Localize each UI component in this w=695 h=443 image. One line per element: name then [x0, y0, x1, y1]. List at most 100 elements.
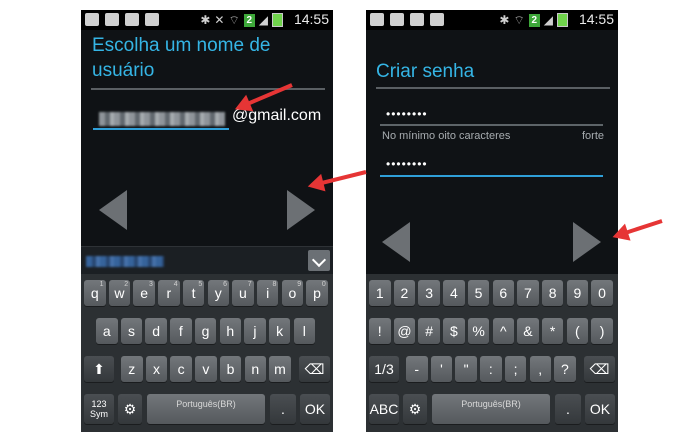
key-row1-7-label: 8 — [548, 285, 557, 301]
settings-key-label: ⚙ — [408, 401, 422, 417]
key-row2-0-label: ! — [377, 323, 382, 339]
key-row1-0[interactable]: q1 — [84, 280, 106, 306]
key-row2-1[interactable]: @ — [393, 318, 416, 344]
page-toggle-key[interactable]: 1/3 — [369, 356, 399, 382]
backspace-key[interactable]: ⌫ — [299, 356, 330, 382]
shift-key[interactable]: ⬆ — [84, 356, 114, 382]
key-row2-8-label: l — [302, 323, 306, 339]
back-arrow-icon[interactable] — [99, 190, 127, 230]
key-row1-1[interactable]: w2 — [108, 280, 131, 306]
key-row3-3[interactable]: v — [195, 356, 217, 382]
key-row2-8[interactable]: l — [293, 318, 316, 344]
password-input[interactable] — [380, 124, 603, 126]
key-row1-2[interactable]: 3 — [418, 280, 440, 306]
key-row2-9[interactable]: ) — [591, 318, 613, 344]
key-row2-7[interactable]: * — [541, 318, 564, 344]
key-row2-2[interactable]: d — [145, 318, 167, 344]
key-row2-3[interactable]: f — [170, 318, 192, 344]
key-row1-5-label: 6 — [499, 285, 508, 301]
key-row2-0[interactable]: ! — [369, 318, 391, 344]
period-key[interactable]: . — [555, 394, 581, 424]
key-row1-1[interactable]: 2 — [393, 280, 416, 306]
abc-key[interactable]: ABC — [369, 394, 399, 424]
key-row1-2[interactable]: e3 — [133, 280, 155, 306]
key-row2-0[interactable]: a — [96, 318, 118, 344]
key-row3-4[interactable]: b — [219, 356, 242, 382]
sym-key[interactable]: 123 Sym — [84, 394, 114, 424]
settings-key[interactable]: ⚙ — [403, 394, 427, 424]
shift-key-label: ⬆ — [93, 361, 105, 377]
period-key[interactable]: . — [270, 394, 296, 424]
confirm-password-value: •••••••• — [386, 157, 428, 171]
username-input[interactable] — [93, 128, 229, 130]
key-row1-3[interactable]: r4 — [158, 280, 180, 306]
key-row2-4[interactable]: g — [194, 318, 217, 344]
system-icons: ✱ ⌔ 2 ◢ — [499, 13, 568, 27]
next-arrow-icon[interactable] — [573, 222, 601, 262]
key-row3-5[interactable]: n — [244, 356, 266, 382]
key-row1-7[interactable]: i8 — [256, 280, 279, 306]
key-row1-6-secondary: 7 — [247, 281, 252, 288]
key-row1-8[interactable]: 9 — [566, 280, 589, 306]
key-row2-4[interactable]: % — [467, 318, 490, 344]
key-row3-0[interactable]: z — [121, 356, 143, 382]
key-row1-4[interactable]: t5 — [182, 280, 205, 306]
backspace-key[interactable]: ⌫ — [584, 356, 615, 382]
key-row1-6[interactable]: 7 — [517, 280, 539, 306]
back-arrow-icon[interactable] — [382, 222, 410, 262]
space-key[interactable]: Português(BR) — [432, 394, 550, 424]
key-row1-3[interactable]: 4 — [443, 280, 465, 306]
key-row1-8[interactable]: o9 — [281, 280, 304, 306]
key-row1-3-secondary: 4 — [173, 281, 178, 288]
key-row3-2[interactable]: c — [170, 356, 192, 382]
key-row2-3[interactable]: $ — [443, 318, 465, 344]
key-row2-9-label: ) — [599, 323, 605, 339]
key-row3-2[interactable]: " — [455, 356, 477, 382]
key-row1-0[interactable]: 1 — [369, 280, 391, 306]
key-row2-5[interactable]: h — [219, 318, 241, 344]
key-row2-8[interactable]: ( — [566, 318, 589, 344]
space-key[interactable]: Português(BR) — [147, 394, 265, 424]
collapse-suggestions-button[interactable] — [308, 250, 330, 271]
key-row3-5-label: , — [538, 361, 543, 377]
key-row1-5[interactable]: 6 — [492, 280, 514, 306]
key-row2-6[interactable]: j — [244, 318, 266, 344]
key-row2-4-label: % — [472, 323, 485, 339]
key-row2-2[interactable]: # — [418, 318, 440, 344]
key-row3-1[interactable]: ' — [430, 356, 453, 382]
key-row2-2-label: # — [425, 323, 434, 339]
key-row1-5[interactable]: y6 — [207, 280, 229, 306]
key-row1-5-label: y — [214, 285, 222, 301]
page-title: Criar senha — [376, 61, 475, 82]
key-row3-6[interactable]: m — [269, 356, 291, 382]
key-row2-7-label: * — [549, 323, 556, 339]
settings-key[interactable]: ⚙ — [118, 394, 142, 424]
key-row3-4[interactable]: ; — [504, 356, 527, 382]
key-row2-1-label: s — [127, 323, 135, 339]
key-row2-6[interactable]: & — [517, 318, 539, 344]
key-row2-5[interactable]: ^ — [492, 318, 514, 344]
settings-key-label: ⚙ — [123, 401, 137, 417]
key-row1-9[interactable]: 0 — [591, 280, 613, 306]
key-row3-6[interactable]: ? — [554, 356, 576, 382]
key-row3-0[interactable]: - — [406, 356, 428, 382]
key-row1-1-secondary: 2 — [124, 281, 129, 288]
key-row3-1[interactable]: x — [145, 356, 168, 382]
gallery-icon — [105, 13, 119, 26]
status-bar: ✱ ✕ ⌔ 2 ◢ 14:55 — [81, 10, 333, 30]
next-arrow-icon[interactable] — [287, 190, 315, 230]
ok-key[interactable]: OK — [585, 394, 615, 424]
key-row1-7[interactable]: 8 — [541, 280, 564, 306]
confirm-password-input[interactable] — [380, 175, 603, 177]
key-row1-8-label: 9 — [573, 285, 582, 301]
space-key-label: Português(BR) — [461, 399, 521, 409]
key-row2-1[interactable]: s — [120, 318, 143, 344]
key-row2-7[interactable]: k — [268, 318, 291, 344]
ok-key[interactable]: OK — [300, 394, 330, 424]
key-row1-9[interactable]: p0 — [306, 280, 328, 306]
key-row3-3[interactable]: : — [480, 356, 502, 382]
key-row1-6[interactable]: u7 — [232, 280, 254, 306]
key-row1-4[interactable]: 5 — [467, 280, 490, 306]
suggestion-blurred[interactable] — [86, 256, 164, 267]
key-row3-5[interactable]: , — [529, 356, 551, 382]
